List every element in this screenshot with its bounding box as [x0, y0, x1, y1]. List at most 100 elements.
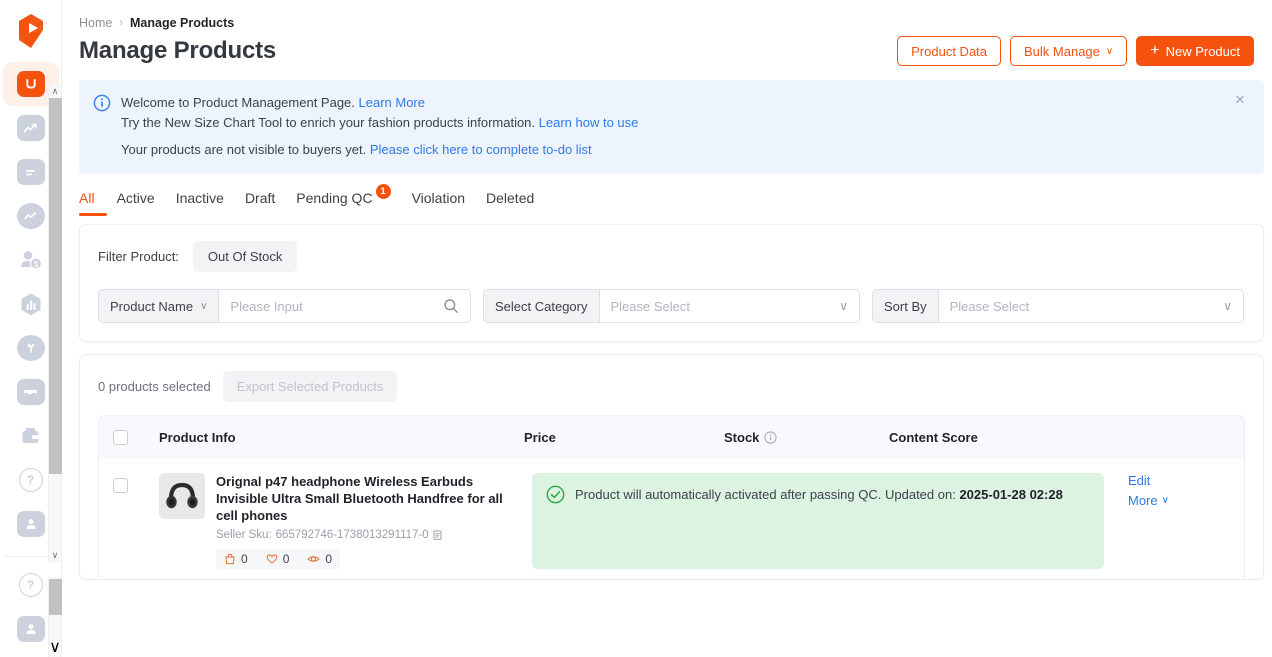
- search-input[interactable]: Please Input: [219, 290, 470, 322]
- row-product-info: Orignal p47 headphone Wireless Earbuds I…: [159, 473, 524, 569]
- copy-icon[interactable]: [433, 530, 444, 541]
- breadcrumb-home[interactable]: Home: [79, 16, 112, 30]
- product-data-button[interactable]: Product Data: [897, 36, 1002, 66]
- select-category-input[interactable]: Please Select ∨: [600, 290, 860, 322]
- more-link[interactable]: More ∨: [1128, 493, 1230, 508]
- brand-logo[interactable]: [0, 0, 61, 62]
- product-list-panel: 0 products selected Export Selected Prod…: [79, 354, 1264, 580]
- line-chart-icon: [16, 203, 45, 229]
- stat-likes-value: 0: [282, 552, 290, 566]
- sidebar-item-performance[interactable]: [9, 194, 53, 238]
- sidebar-item-help[interactable]: ?: [9, 458, 53, 502]
- product-sku: Seller Sku: 665792746-1738013291117-0: [216, 529, 524, 541]
- tab-violation[interactable]: Violation: [412, 190, 486, 216]
- filter-quick-row: Filter Product: Out Of Stock: [98, 241, 1245, 272]
- column-stock: Stock: [724, 430, 889, 445]
- page-header: Manage Products Product Data Bulk Manage…: [62, 30, 1272, 66]
- out-of-stock-filter-button[interactable]: Out Of Stock: [192, 241, 298, 272]
- tab-deleted-label: Deleted: [486, 190, 535, 206]
- complete-todo-link[interactable]: Please click here to complete to-do list: [370, 142, 592, 157]
- row-checkbox[interactable]: [113, 478, 128, 493]
- tab-draft-label: Draft: [244, 190, 276, 206]
- product-text-block: Orignal p47 headphone Wireless Earbuds I…: [216, 473, 524, 569]
- money-person-icon: $: [17, 247, 45, 273]
- sort-by-label: Sort By: [873, 290, 939, 322]
- chevron-down-icon[interactable]: ∨: [839, 299, 848, 313]
- sidebar-item-wallet[interactable]: [9, 414, 53, 458]
- scroll-down-arrow-icon[interactable]: ∨: [52, 548, 59, 562]
- page-title: Manage Products: [79, 37, 277, 64]
- learn-how-to-use-link[interactable]: Learn how to use: [539, 115, 639, 130]
- banner-line-3: Your products are not visible to buyers …: [121, 140, 638, 160]
- filter-product-label: Filter Product:: [98, 249, 179, 264]
- sidebar-bottom-account[interactable]: [9, 607, 53, 651]
- row-select-cell: [113, 473, 159, 569]
- tab-active[interactable]: Active: [117, 190, 176, 216]
- scrollbar-track[interactable]: [48, 98, 62, 548]
- question-circle-icon: ?: [18, 468, 43, 492]
- stock-info-icon[interactable]: [764, 431, 778, 444]
- banner-line-1-text: Welcome to Product Management Page.: [121, 95, 355, 110]
- product-thumbnail[interactable]: [159, 473, 205, 519]
- select-all-checkbox[interactable]: [113, 430, 128, 445]
- breadcrumb-separator-icon: ›: [119, 17, 124, 29]
- close-icon[interactable]: ×: [1230, 90, 1250, 110]
- chevron-down-icon[interactable]: ∨: [1223, 299, 1232, 313]
- scroll-down-arrow-icon-bottom[interactable]: ∨: [49, 637, 61, 657]
- tab-pending-qc-badge: 1: [375, 184, 391, 199]
- tab-pending-qc[interactable]: Pending QC 1: [296, 184, 411, 216]
- tab-inactive[interactable]: Inactive: [176, 190, 245, 216]
- stat-sales: 0: [224, 552, 248, 566]
- new-product-button[interactable]: + New Product: [1136, 36, 1254, 66]
- banner-line-1: Welcome to Product Management Page. Lear…: [121, 93, 638, 113]
- tab-inactive-label: Inactive: [175, 190, 224, 206]
- export-selected-products-button[interactable]: Export Selected Products: [222, 371, 398, 402]
- sidebar-item-data[interactable]: [9, 282, 53, 326]
- sidebar-item-account[interactable]: [9, 502, 53, 546]
- sidebar-item-orders[interactable]: [9, 150, 53, 194]
- tab-all[interactable]: All: [79, 190, 117, 216]
- more-label: More: [1128, 493, 1158, 508]
- scrollbar-thumb-bottom[interactable]: [49, 579, 62, 615]
- product-table: Product Info Price Stock Content Score O…: [98, 415, 1245, 579]
- tab-deleted[interactable]: Deleted: [486, 190, 555, 216]
- bulk-manage-button[interactable]: Bulk Manage ∨: [1010, 36, 1128, 66]
- banner-line-2: Try the New Size Chart Tool to enrich yo…: [121, 113, 638, 133]
- search-icon[interactable]: [443, 298, 459, 314]
- chevron-down-icon: ∨: [1161, 495, 1169, 506]
- select-category-label: Select Category: [484, 290, 600, 322]
- table-row: Orignal p47 headphone Wireless Earbuds I…: [99, 459, 1244, 579]
- column-content-score: Content Score: [889, 430, 978, 445]
- tab-violation-label: Violation: [411, 190, 466, 206]
- bulk-manage-label: Bulk Manage: [1024, 43, 1100, 59]
- select-category-group: Select Category Please Select ∨: [483, 289, 860, 323]
- sidebar-scrollbar[interactable]: ∧ ∨: [48, 84, 62, 562]
- svg-text:$: $: [33, 260, 38, 269]
- tab-draft[interactable]: Draft: [245, 190, 296, 216]
- sidebar-bottom-help[interactable]: ?: [9, 563, 53, 607]
- product-name-dropdown[interactable]: Product Name ∨: [99, 290, 220, 322]
- tab-pending-qc-label: Pending QC: [296, 190, 373, 206]
- info-banner: Welcome to Product Management Page. Lear…: [79, 80, 1264, 174]
- sidebar-bottom-scrollbar[interactable]: ∨: [48, 577, 62, 657]
- sidebar-item-analytics[interactable]: [9, 106, 53, 150]
- sidebar-item-growth[interactable]: [9, 326, 53, 370]
- sidebar-item-shop[interactable]: [9, 370, 53, 414]
- product-name[interactable]: Orignal p47 headphone Wireless Earbuds I…: [216, 473, 524, 524]
- product-sku-value: 665792746-1738013291117-0: [275, 529, 429, 541]
- u-logo-icon: [16, 71, 45, 97]
- filter-panel: Filter Product: Out Of Stock Product Nam…: [79, 224, 1264, 342]
- stat-likes: 0: [266, 552, 290, 566]
- stat-views-value: 0: [325, 552, 333, 566]
- product-name-dropdown-label: Product Name: [110, 298, 194, 314]
- scrollbar-thumb[interactable]: [48, 98, 62, 474]
- sort-by-placeholder: Please Select: [949, 298, 1030, 314]
- sidebar-item-finance[interactable]: $: [9, 238, 53, 282]
- list-card-icon: [16, 159, 45, 185]
- sort-by-input[interactable]: Please Select ∨: [939, 290, 1243, 322]
- sidebar: $ ? ? ∧ ∨ ∨: [0, 0, 62, 657]
- learn-more-link[interactable]: Learn More: [359, 95, 425, 110]
- scroll-up-arrow-icon[interactable]: ∧: [52, 84, 59, 98]
- new-product-label: New Product: [1165, 43, 1240, 59]
- edit-link[interactable]: Edit: [1128, 473, 1230, 488]
